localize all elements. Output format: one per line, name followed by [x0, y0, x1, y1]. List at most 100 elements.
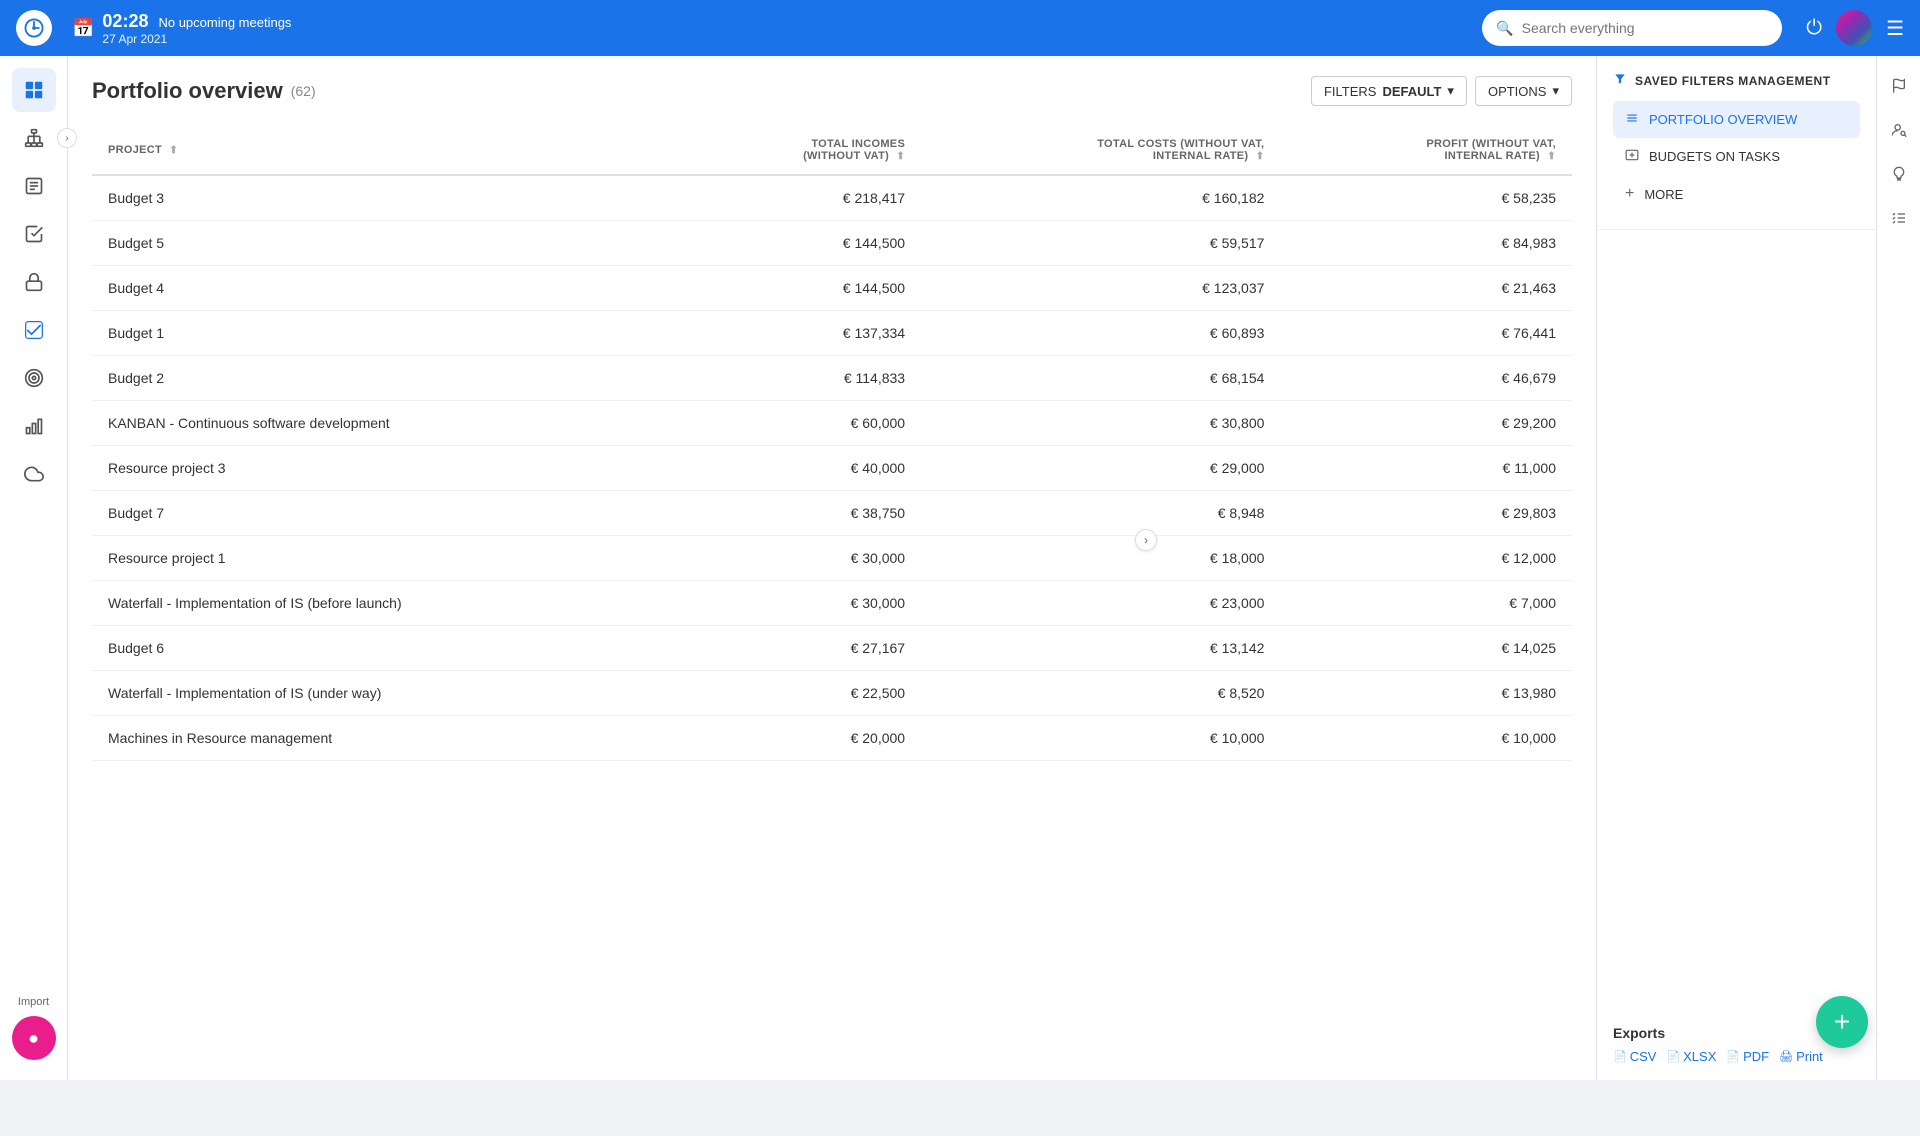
- table-header: PROJECT ⬆ TOTAL INCOMES(WITHOUT VAT) ⬆ T…: [92, 126, 1572, 175]
- export-xlsx[interactable]: 📄 XLSX: [1666, 1049, 1716, 1064]
- budgets-icon: [1625, 148, 1639, 165]
- cell-project: Waterfall - Implementation of IS (under …: [92, 671, 679, 716]
- sidebar-item-cloud[interactable]: [12, 452, 56, 496]
- right-sidebar-person-search[interactable]: [1881, 112, 1917, 148]
- print-icon: 🖨: [1779, 1050, 1793, 1063]
- filters-button[interactable]: FILTERS DEFAULT ▾: [1311, 76, 1467, 106]
- sidebar-item-lock[interactable]: [12, 260, 56, 304]
- cell-project: Budget 5: [92, 221, 679, 266]
- xlsx-icon: 📄: [1666, 1050, 1680, 1063]
- cell-project: Resource project 3: [92, 446, 679, 491]
- portfolio-overview-label: PORTFOLIO OVERVIEW: [1649, 112, 1797, 127]
- panel-menu-portfolio-overview[interactable]: PORTFOLIO OVERVIEW: [1613, 101, 1860, 138]
- table-row[interactable]: Budget 7 € 38,750 € 8,948 € 29,803: [92, 491, 1572, 536]
- cell-total-costs: € 8,948: [921, 491, 1280, 536]
- cell-project: Budget 6: [92, 626, 679, 671]
- options-button[interactable]: OPTIONS ▾: [1475, 76, 1572, 106]
- sidebar-item-dashboard[interactable]: [12, 68, 56, 112]
- panel-menu-items: PORTFOLIO OVERVIEW BUDGETS ON TASKS + MO…: [1613, 101, 1860, 213]
- current-date: 27 Apr 2021: [102, 32, 291, 46]
- sidebar-collapse-btn[interactable]: ›: [57, 128, 77, 148]
- cell-total-incomes: € 60,000: [679, 401, 921, 446]
- export-pdf[interactable]: 📄 PDF: [1726, 1049, 1769, 1064]
- more-plus-icon: +: [1625, 185, 1634, 203]
- table-row[interactable]: Waterfall - Implementation of IS (under …: [92, 671, 1572, 716]
- cell-total-incomes: € 30,000: [679, 536, 921, 581]
- search-input[interactable]: [1522, 20, 1769, 36]
- cell-total-incomes: € 144,500: [679, 266, 921, 311]
- import-button[interactable]: ●: [12, 1016, 56, 1060]
- table-row[interactable]: Budget 4 € 144,500 € 123,037 € 21,463: [92, 266, 1572, 311]
- cell-total-incomes: € 40,000: [679, 446, 921, 491]
- right-panel-collapse-btn[interactable]: ›: [1135, 529, 1157, 551]
- topnav-actions: ⏻ ☰: [1806, 10, 1904, 46]
- panel-more[interactable]: + MORE: [1613, 175, 1860, 213]
- table-body: Budget 3 € 218,417 € 160,182 € 58,235 Bu…: [92, 175, 1572, 761]
- sidebar-item-check[interactable]: [12, 308, 56, 352]
- sidebar-item-hierarchy[interactable]: [12, 116, 56, 160]
- budgets-on-tasks-label: BUDGETS ON TASKS: [1649, 149, 1780, 164]
- menu-button[interactable]: ☰: [1886, 16, 1904, 41]
- cell-total-costs: € 60,893: [921, 311, 1280, 356]
- cell-profit: € 29,200: [1280, 401, 1572, 446]
- cell-profit: € 58,235: [1280, 175, 1572, 221]
- fab-add-button[interactable]: +: [1816, 996, 1868, 1048]
- table-row[interactable]: Resource project 3 € 40,000 € 29,000 € 1…: [92, 446, 1572, 491]
- table-row[interactable]: Budget 3 € 218,417 € 160,182 € 58,235: [92, 175, 1572, 221]
- cell-project: Waterfall - Implementation of IS (before…: [92, 581, 679, 626]
- saved-filters-label: SAVED FILTERS MANAGEMENT: [1635, 74, 1831, 88]
- right-sidebar-bulb[interactable]: [1881, 156, 1917, 192]
- cell-total-incomes: € 22,500: [679, 671, 921, 716]
- portfolio-table: PROJECT ⬆ TOTAL INCOMES(WITHOUT VAT) ⬆ T…: [92, 126, 1572, 761]
- cell-profit: € 21,463: [1280, 266, 1572, 311]
- table-row[interactable]: KANBAN - Continuous software development…: [92, 401, 1572, 446]
- col-total-incomes[interactable]: TOTAL INCOMES(WITHOUT VAT) ⬆: [679, 126, 921, 175]
- panel-menu-budgets-on-tasks[interactable]: BUDGETS ON TASKS: [1613, 138, 1860, 175]
- cell-profit: € 84,983: [1280, 221, 1572, 266]
- export-csv[interactable]: 📄 CSV: [1613, 1049, 1656, 1064]
- cell-total-costs: € 10,000: [921, 716, 1280, 761]
- main-content: Portfolio overview (62) FILTERS DEFAULT …: [68, 56, 1596, 1080]
- cell-profit: € 29,803: [1280, 491, 1572, 536]
- search-box[interactable]: 🔍: [1482, 10, 1782, 46]
- sidebar-item-target[interactable]: [12, 356, 56, 400]
- avatar[interactable]: [1836, 10, 1872, 46]
- filters-label: FILTERS: [1324, 84, 1377, 99]
- col-profit[interactable]: PROFIT (WITHOUT VAT,INTERNAL RATE) ⬆: [1280, 126, 1572, 175]
- col-project[interactable]: PROJECT ⬆: [92, 126, 679, 175]
- cell-total-incomes: € 20,000: [679, 716, 921, 761]
- meeting-info: 📅 02:28 No upcoming meetings 27 Apr 2021: [72, 11, 291, 46]
- import-label: Import: [18, 996, 49, 1008]
- left-sidebar: › Import ●: [0, 56, 68, 1080]
- current-time: 02:28: [102, 11, 148, 32]
- saved-filters-header: SAVED FILTERS MANAGEMENT: [1613, 72, 1860, 89]
- table-row[interactable]: Budget 5 € 144,500 € 59,517 € 84,983: [92, 221, 1572, 266]
- right-sidebar-list-check[interactable]: [1881, 200, 1917, 236]
- table-row[interactable]: Waterfall - Implementation of IS (before…: [92, 581, 1572, 626]
- calendar-icon: 📅: [72, 18, 94, 39]
- table-row[interactable]: Budget 2 € 114,833 € 68,154 € 46,679: [92, 356, 1572, 401]
- count-badge: (62): [291, 83, 316, 99]
- table-row[interactable]: Machines in Resource management € 20,000…: [92, 716, 1572, 761]
- sidebar-item-chart[interactable]: [12, 404, 56, 448]
- app-logo[interactable]: [16, 10, 52, 46]
- col-total-costs[interactable]: TOTAL COSTS (WITHOUT VAT,INTERNAL RATE) …: [921, 126, 1280, 175]
- cell-project: Machines in Resource management: [92, 716, 679, 761]
- cell-project: Budget 7: [92, 491, 679, 536]
- cell-total-incomes: € 144,500: [679, 221, 921, 266]
- cell-total-costs: € 68,154: [921, 356, 1280, 401]
- sidebar-item-tasks[interactable]: [12, 164, 56, 208]
- table-row[interactable]: Budget 1 € 137,334 € 60,893 € 76,441: [92, 311, 1572, 356]
- cell-total-incomes: € 27,167: [679, 626, 921, 671]
- sidebar-item-checklist[interactable]: [12, 212, 56, 256]
- cell-total-costs: € 13,142: [921, 626, 1280, 671]
- cell-profit: € 14,025: [1280, 626, 1572, 671]
- cell-project: Budget 2: [92, 356, 679, 401]
- table-row[interactable]: Budget 6 € 27,167 € 13,142 € 14,025: [92, 626, 1572, 671]
- table-row[interactable]: Resource project 1 € 30,000 € 18,000 € 1…: [92, 536, 1572, 581]
- cell-profit: € 76,441: [1280, 311, 1572, 356]
- cell-profit: € 13,980: [1280, 671, 1572, 716]
- export-print[interactable]: 🖨 Print: [1779, 1049, 1823, 1064]
- power-button[interactable]: ⏻: [1806, 17, 1822, 40]
- right-sidebar-flag[interactable]: [1881, 68, 1917, 104]
